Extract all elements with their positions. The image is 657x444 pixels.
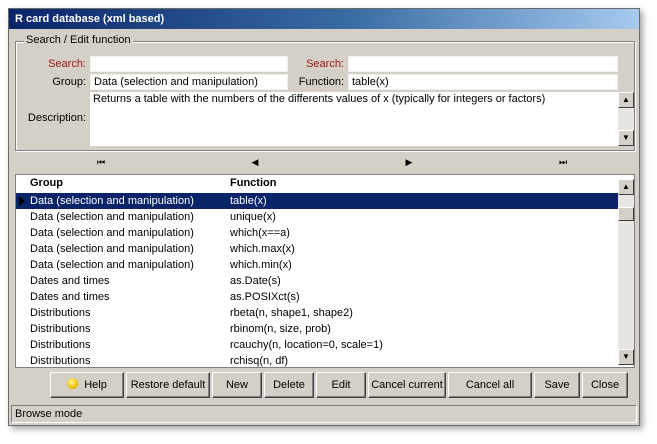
- lightbulb-icon: [67, 378, 79, 389]
- scroll-down-icon[interactable]: ▼: [618, 130, 634, 146]
- groupbox-legend: Search / Edit function: [24, 34, 133, 46]
- window-title[interactable]: R card database (xml based): [9, 9, 639, 29]
- search-label-left: Search:: [48, 58, 86, 70]
- search-edit-groupbox: Search / Edit function Search: Search: G…: [15, 34, 635, 151]
- cell-function: table(x): [230, 195, 267, 207]
- description-label: Description:: [27, 112, 86, 124]
- delete-button[interactable]: Delete: [264, 372, 314, 398]
- search-label-right: Search:: [306, 58, 344, 70]
- grid-scroll-up-icon[interactable]: ▲: [618, 179, 634, 195]
- help-label: Help: [84, 379, 107, 391]
- cell-group: Distributions: [30, 355, 91, 367]
- table-row[interactable]: Data (selection and manipulation) which.m…: [16, 257, 618, 273]
- cell-group: Distributions: [30, 323, 91, 335]
- status-bar: Browse mode: [11, 405, 637, 423]
- cell-function: rbinom(n, size, prob): [230, 323, 331, 335]
- table-row[interactable]: Distributions rcauchy(n, location=0, scal…: [16, 337, 618, 353]
- cell-group: Data (selection and manipulation): [30, 227, 194, 239]
- cell-group: Distributions: [30, 339, 91, 351]
- nav-last-icon[interactable]: ⏭: [553, 155, 573, 169]
- cell-group: Dates and times: [30, 275, 110, 287]
- grid-scrollbar[interactable]: ▲ ▼: [618, 179, 634, 365]
- column-header-function[interactable]: Function: [230, 177, 276, 189]
- cell-function: rbeta(n, shape1, shape2): [230, 307, 353, 319]
- group-label: Group:: [52, 76, 86, 88]
- cell-group: Data (selection and manipulation): [30, 195, 194, 207]
- group-field[interactable]: Data (selection and manipulation): [90, 74, 288, 90]
- cell-function: as.Date(s): [230, 275, 281, 287]
- column-header-group[interactable]: Group: [30, 177, 63, 189]
- nav-first-icon[interactable]: ⏮: [91, 155, 111, 169]
- nav-prior-icon[interactable]: ◀: [245, 155, 265, 169]
- record-navigator: ⏮ ◀ ▶ ⏭: [15, 153, 635, 171]
- table-row[interactable]: Data (selection and manipulation) which(x…: [16, 225, 618, 241]
- table-row[interactable]: Dates and times as.POSIXct(s): [16, 289, 618, 305]
- functions-grid[interactable]: Group Function Data (selection and manip…: [15, 174, 635, 368]
- cancel-current-button[interactable]: Cancel current: [368, 372, 446, 398]
- table-row[interactable]: Data (selection and manipulation) unique(…: [16, 209, 618, 225]
- cell-group: Data (selection and manipulation): [30, 259, 194, 271]
- table-row[interactable]: Distributions rchisq(n, df): [16, 353, 618, 369]
- help-button[interactable]: Help: [50, 372, 124, 398]
- table-row[interactable]: Data (selection and manipulation) which.m…: [16, 241, 618, 257]
- cell-group: Data (selection and manipulation): [30, 243, 194, 255]
- table-row[interactable]: Dates and times as.Date(s): [16, 273, 618, 289]
- cell-function: which.max(x): [230, 243, 295, 255]
- cell-function: as.POSIXct(s): [230, 291, 300, 303]
- cell-group: Data (selection and manipulation): [30, 211, 194, 223]
- cell-function: which(x==a): [230, 227, 290, 239]
- nav-next-icon[interactable]: ▶: [399, 155, 419, 169]
- description-memo[interactable]: Returns a table with the numbers of the …: [90, 92, 618, 146]
- cell-function: unique(x): [230, 211, 276, 223]
- app-window: R card database (xml based) Search / Edi…: [8, 8, 640, 426]
- close-button[interactable]: Close: [582, 372, 628, 398]
- cell-function: which.min(x): [230, 259, 292, 271]
- cell-function: rcauchy(n, location=0, scale=1): [230, 339, 383, 351]
- cell-group: Dates and times: [30, 291, 110, 303]
- grid-scroll-down-icon[interactable]: ▼: [618, 349, 634, 365]
- table-row[interactable]: Data (selection and manipulation) table(x…: [16, 193, 618, 209]
- new-button[interactable]: New: [212, 372, 262, 398]
- save-button[interactable]: Save: [534, 372, 580, 398]
- restore-default-button[interactable]: Restore default: [126, 372, 210, 398]
- grid-header: Group Function: [16, 175, 618, 191]
- cell-group: Distributions: [30, 307, 91, 319]
- grid-scroll-thumb[interactable]: [618, 207, 634, 221]
- edit-button[interactable]: Edit: [316, 372, 366, 398]
- table-row[interactable]: Distributions rbinom(n, size, prob): [16, 321, 618, 337]
- function-label: Function:: [298, 76, 344, 88]
- description-scrollbar[interactable]: ▲ ▼: [618, 92, 634, 146]
- scroll-up-icon[interactable]: ▲: [618, 92, 634, 108]
- cell-function: rchisq(n, df): [230, 355, 289, 367]
- search-input-right[interactable]: [348, 56, 618, 72]
- row-indicator-icon: [19, 196, 25, 206]
- table-row[interactable]: Distributions rbeta(n, shape1, shape2): [16, 305, 618, 321]
- search-input-left[interactable]: [90, 56, 288, 72]
- function-field[interactable]: table(x): [348, 74, 618, 90]
- cancel-all-button[interactable]: Cancel all: [448, 372, 532, 398]
